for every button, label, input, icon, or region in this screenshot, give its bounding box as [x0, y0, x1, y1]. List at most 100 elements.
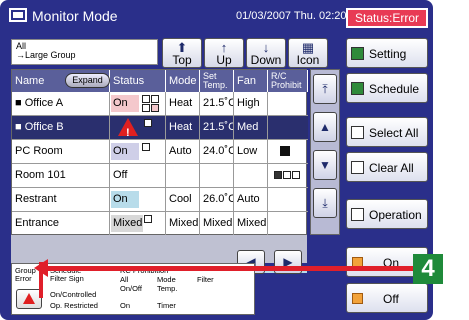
table-row[interactable]: Entrance Mixed Mixed Mixed Mixed	[12, 212, 308, 236]
schedule-icon	[351, 82, 364, 95]
row-name-cell: ■ Office A	[12, 92, 110, 115]
mode-prohibit-icon	[274, 171, 282, 179]
row-status-cell: On	[110, 140, 166, 163]
warning-icon	[23, 293, 35, 304]
callout-arrow-head	[34, 259, 48, 277]
row-name: Room 101	[12, 164, 110, 187]
temp-prohibit-icon	[292, 171, 300, 179]
schedule-mini-icon	[144, 119, 152, 127]
table-row[interactable]: ■ Office A On Heat 21.5˚C High	[12, 92, 308, 116]
row-mode: Heat	[166, 92, 200, 115]
group-icon: ■	[15, 121, 22, 133]
row-status-cell: Mixed	[110, 212, 166, 235]
status-on: On	[111, 95, 139, 112]
clear-all-icon	[351, 161, 364, 174]
down-label: Down	[250, 53, 282, 67]
up-button[interactable]: ↑ Up	[204, 38, 244, 68]
row-rc-prohibit	[268, 116, 308, 139]
row-name: Office A	[24, 97, 64, 109]
row-temp: 26.0˚C	[200, 188, 234, 211]
group-selector[interactable]: All →Large Group	[11, 39, 158, 65]
row-fan: Mixed	[234, 212, 268, 235]
row-name: Entrance	[12, 212, 110, 235]
filter-prohibit-icon	[283, 171, 291, 179]
legend-on-controlled: On/Controlled	[50, 290, 97, 299]
row-mode: Auto	[166, 140, 200, 163]
callout-number-badge: 4	[413, 254, 443, 284]
legend-filter: Filter	[197, 275, 214, 284]
filter-mini-icon	[151, 95, 159, 103]
row-fan: Low	[234, 140, 268, 163]
setting-button[interactable]: Setting	[346, 38, 428, 68]
col-mode: Mode	[166, 70, 200, 92]
status-on: On	[111, 143, 139, 160]
clear-all-label: Clear All	[369, 161, 414, 175]
legend-error: Error	[15, 274, 32, 283]
row-rc-prohibit	[268, 140, 308, 163]
schedule-button[interactable]: Schedule	[346, 73, 428, 103]
schedule-mini-icon	[144, 215, 152, 223]
schedule-mini-icon	[142, 95, 150, 103]
legend-all: All	[120, 275, 129, 284]
row-rc-prohibit	[268, 188, 308, 211]
restricted-mini-icon	[151, 104, 159, 112]
callout-arrow-line	[44, 266, 414, 271]
setting-icon	[351, 47, 364, 60]
col-rc-prohibit: R/C Prohibit	[268, 70, 308, 92]
monitor-icon	[9, 8, 27, 22]
off-indicator-icon	[352, 293, 363, 304]
table-row[interactable]: Room 101 Off	[12, 164, 308, 188]
row-mode: Cool	[166, 188, 200, 211]
top-button[interactable]: ⬆ Top	[162, 38, 202, 68]
monitor-screen: Monitor Mode 01/03/2007 Thu. 02:20 PM St…	[0, 0, 433, 320]
row-mode	[166, 164, 200, 187]
legend-op-restricted: Op. Restricted	[50, 301, 98, 310]
row-temp: Mixed	[200, 212, 234, 235]
clear-all-button[interactable]: Clear All	[346, 152, 428, 182]
operation-label: Operation	[369, 208, 422, 222]
icon-view-button[interactable]: ▦ Icon	[288, 38, 328, 68]
legend-on: On	[120, 301, 131, 310]
legend-mode: Mode	[157, 275, 176, 284]
group-selector-line2: →Large Group	[16, 50, 76, 60]
table-row[interactable]: PC Room On Auto 24.0˚C Low	[12, 140, 308, 164]
row-mode: Mixed	[166, 212, 200, 235]
scroll-up-button[interactable]: ▲	[313, 112, 337, 142]
status-mixed: Mixed	[111, 215, 143, 232]
row-rc-prohibit	[268, 212, 308, 235]
select-all-button[interactable]: Select All	[346, 117, 428, 147]
title-bar: Monitor Mode 01/03/2007 Thu. 02:20 PM St…	[0, 0, 433, 34]
legend-on-off: On/Off	[120, 284, 142, 293]
legend-timer: Timer	[157, 301, 176, 310]
row-fan	[234, 164, 268, 187]
row-name: Restrant	[12, 188, 110, 211]
error-warning-icon: !	[118, 118, 138, 139]
operation-button[interactable]: Operation	[346, 199, 428, 229]
row-status: Off	[110, 164, 166, 187]
row-name-cell: ■ Office B	[12, 116, 110, 139]
row-name: PC Room	[12, 140, 110, 163]
table-header: Name Expand Status Mode Set Temp. Fan R/…	[12, 70, 308, 92]
row-temp: 21.5˚C	[200, 92, 234, 115]
top-label: Top	[172, 53, 192, 67]
scroll-bottom-button[interactable]: ⤓	[313, 188, 337, 218]
status-error-button[interactable]: Status:Error	[346, 8, 428, 28]
on-controlled-mini-icon	[142, 104, 150, 112]
col-name-label: Name	[15, 75, 45, 87]
error-mark: !	[126, 127, 130, 139]
scroll-down-button[interactable]: ▼	[313, 150, 337, 180]
table-row[interactable]: Restrant On Cool 26.0˚C Auto	[12, 188, 308, 212]
scroll-top-button[interactable]: ⤒	[313, 74, 337, 104]
off-label: Off	[383, 292, 399, 306]
off-button[interactable]: Off	[346, 283, 428, 313]
table-row-selected[interactable]: ■ Office B ! Heat 21.5˚C Med	[12, 116, 308, 140]
up-label: Up	[216, 53, 232, 67]
col-fan: Fan	[234, 70, 268, 92]
row-fan: High	[234, 92, 268, 115]
expand-button[interactable]: Expand	[65, 73, 110, 88]
row-temp	[200, 164, 234, 187]
col-status: Status	[110, 70, 166, 92]
down-button[interactable]: ↓ Down	[246, 38, 286, 68]
select-all-label: Select All	[369, 126, 419, 140]
row-fan: Auto	[234, 188, 268, 211]
